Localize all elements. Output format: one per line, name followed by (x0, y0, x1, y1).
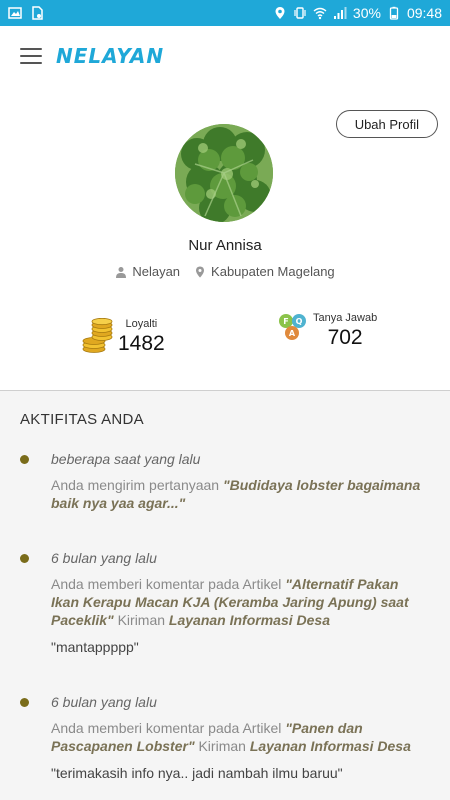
profile-location: Kabupaten Magelang (194, 264, 335, 279)
activity-comment: "terimakasih info nya.. jadi nambah ilmu… (51, 765, 343, 781)
clock: 09:48 (406, 5, 442, 21)
profile-meta: Nelayan Kabupaten Magelang (0, 264, 450, 279)
app-logo: NELAYAN (56, 44, 165, 68)
activity-prefix: Anda memberi komentar pada Artikel (51, 576, 286, 592)
faq-icon: F Q A (279, 314, 306, 340)
qa-label: Tanya Jawab (313, 312, 378, 324)
loyalty-label: Loyalti (125, 318, 158, 330)
bullet-dot (20, 698, 29, 707)
activity-connector: Kiriman (113, 612, 169, 628)
bullet-dot (20, 554, 29, 563)
location-pin-icon (196, 266, 205, 277)
edit-profile-button[interactable]: Ubah Profil (335, 110, 438, 138)
location-icon (275, 7, 285, 19)
profile-role: Nelayan (115, 264, 180, 279)
activity-item[interactable]: 6 bulan yang lalu Anda memberi komentar … (20, 694, 430, 781)
image-icon (8, 7, 22, 19)
activity-time: beberapa saat yang lalu (51, 451, 201, 467)
activity-item[interactable]: beberapa saat yang lalu Anda mengirim pe… (20, 451, 430, 512)
svg-text:A: A (289, 329, 296, 338)
activity-prefix: Anda memberi komentar pada Artikel (51, 720, 286, 736)
activity-time: 6 bulan yang lalu (51, 694, 157, 710)
battery-percent: 30% (352, 5, 381, 21)
activity-text: Anda memberi komentar pada Artikel "Pane… (51, 719, 430, 755)
activity-prefix: Anda mengirim pertanyaan (51, 477, 223, 493)
activity-item[interactable]: 6 bulan yang lalu Anda memberi komentar … (20, 550, 430, 655)
user-icon (116, 266, 127, 278)
loyalty-value: 1482 (118, 332, 165, 355)
sim-icon (32, 6, 43, 20)
activity-connector: Kiriman (194, 738, 250, 754)
battery-icon (389, 6, 399, 20)
activity-section: AKTIFITAS ANDA beberapa saat yang lalu A… (0, 391, 450, 800)
activity-time: 6 bulan yang lalu (51, 550, 157, 566)
activity-comment: "mantappppp" (51, 639, 139, 655)
svg-text:F: F (283, 317, 288, 326)
profile-name: Nur Annisa (188, 237, 262, 254)
activity-source[interactable]: Layanan Informasi Desa (169, 612, 330, 628)
status-bar: 30% 09:48 (0, 0, 450, 26)
avatar[interactable] (175, 124, 273, 222)
menu-icon[interactable] (20, 48, 42, 64)
avatar-image (175, 124, 273, 222)
stats-row: Loyalti 1482 F Q A Tanya Jawab 702 (0, 312, 450, 372)
bullet-dot (20, 455, 29, 464)
signal-icon (333, 7, 347, 19)
svg-text:Q: Q (296, 317, 303, 326)
profile-location-label: Kabupaten Magelang (211, 264, 335, 279)
profile-section: Ubah Profil Nur Annisa Nelayan Kabupaten… (0, 86, 450, 391)
wifi-icon (313, 7, 327, 20)
activity-text: Anda mengirim pertanyaan "Budidaya lobst… (51, 476, 430, 512)
app-header: NELAYAN (0, 26, 450, 86)
vibrate-icon (294, 7, 306, 19)
qa-value: 702 (327, 326, 363, 349)
activity-source[interactable]: Layanan Informasi Desa (250, 738, 411, 754)
profile-role-label: Nelayan (132, 264, 181, 279)
loyalty-stat[interactable]: Loyalti 1482 (82, 318, 165, 356)
activity-title: AKTIFITAS ANDA (20, 411, 144, 428)
activity-text: Anda memberi komentar pada Artikel "Alte… (51, 575, 430, 629)
qa-stat[interactable]: F Q A Tanya Jawab 702 (277, 312, 377, 350)
coins-icon (82, 318, 113, 353)
